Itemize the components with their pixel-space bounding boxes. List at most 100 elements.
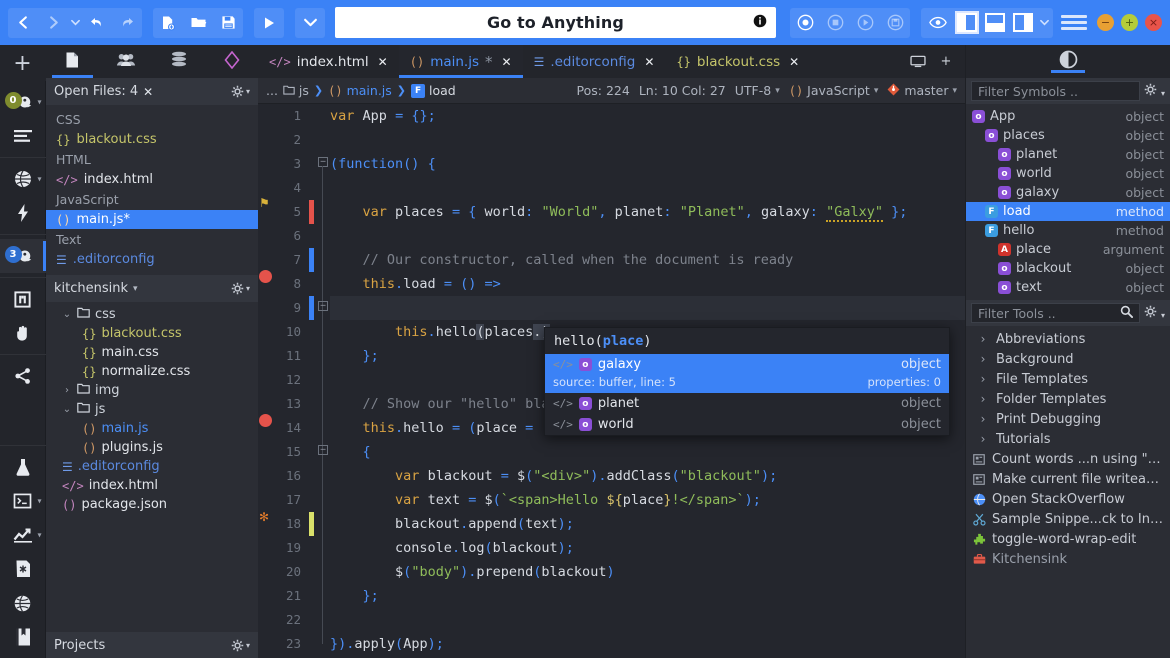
- bookmark-book-icon[interactable]: [0, 620, 46, 654]
- language-selector[interactable]: () JavaScript ▾: [789, 83, 879, 98]
- terminal-icon[interactable]: ▾: [0, 484, 46, 518]
- tool-item-count-words[interactable]: Count words ...n using "wc": [966, 449, 1170, 469]
- open-folder-icon[interactable]: [183, 8, 213, 38]
- tree-file-main-css[interactable]: {} main.css: [46, 343, 258, 362]
- autocomplete-item-galaxy[interactable]: </> o galaxy object: [545, 354, 949, 375]
- tree-file-editorconfig[interactable]: ☰ .editorconfig: [46, 457, 258, 476]
- breakpoint-icon[interactable]: [259, 270, 272, 283]
- chevron-right-icon[interactable]: ›: [976, 432, 990, 446]
- sidebar-item-collaboration[interactable]: [99, 45, 152, 78]
- record-macro-icon[interactable]: [790, 8, 820, 38]
- close-icon[interactable]: ✕: [789, 55, 799, 69]
- chevron-down-icon[interactable]: ▾: [37, 98, 41, 107]
- close-icon[interactable]: ✕: [143, 85, 153, 99]
- tab-editorconfig[interactable]: ☰ .editorconfig ✕: [523, 45, 666, 78]
- gear-icon[interactable]: ▾: [231, 85, 250, 98]
- tool-item-kitchensink[interactable]: Kitchensink: [966, 549, 1170, 569]
- tool-item-sample-snippet[interactable]: Sample Snippe...ck to Insert: [966, 509, 1170, 529]
- code-folding-gutter[interactable]: ─ ─ ─: [316, 104, 330, 658]
- layout-bottom-icon[interactable]: [985, 13, 1005, 32]
- undo-icon[interactable]: [82, 8, 112, 38]
- new-tab-icon[interactable]: +: [933, 45, 959, 78]
- chevron-down-icon[interactable]: ▾: [133, 284, 138, 294]
- chevron-down-icon[interactable]: ⌄: [62, 404, 72, 415]
- layout-dropdown-icon[interactable]: [1037, 8, 1051, 38]
- open-files-header[interactable]: Open Files: 4 ✕ ▾: [46, 78, 258, 105]
- search-icon[interactable]: [1120, 305, 1133, 321]
- symbol-row-planet[interactable]: o planet object: [966, 145, 1170, 164]
- eye-icon[interactable]: [923, 8, 953, 38]
- tree-folder-js[interactable]: ⌄ js: [46, 400, 258, 419]
- plus-icon[interactable]: +: [0, 45, 46, 81]
- encoding-selector[interactable]: UTF-8 ▾: [735, 83, 780, 98]
- tab-symbols[interactable]: [1045, 50, 1091, 73]
- save-macro-icon[interactable]: [880, 8, 910, 38]
- symbol-row-galaxy[interactable]: o galaxy object: [966, 183, 1170, 202]
- symbol-row-place[interactable]: A place argument: [966, 240, 1170, 259]
- chevron-right-icon[interactable]: ›: [976, 352, 990, 366]
- tool-folder-abbreviations[interactable]: › Abbreviations: [966, 329, 1170, 349]
- snowflake-icon[interactable]: [0, 552, 46, 586]
- lightning-icon[interactable]: [0, 196, 46, 230]
- projects-header[interactable]: Projects ▾: [46, 632, 258, 658]
- flask-icon[interactable]: [0, 450, 46, 484]
- list-icon[interactable]: [0, 119, 46, 153]
- tool-item-open-stackoverflow[interactable]: Open StackOverflow: [966, 489, 1170, 509]
- breadcrumb-item-load[interactable]: F load: [411, 83, 456, 98]
- symbol-row-world[interactable]: o world object: [966, 164, 1170, 183]
- notebook-icon[interactable]: [0, 282, 46, 316]
- share-icon[interactable]: [0, 359, 46, 393]
- symbol-row-blackout[interactable]: o blackout object: [966, 259, 1170, 278]
- tool-folder-print-debugging[interactable]: › Print Debugging: [966, 409, 1170, 429]
- info-icon[interactable]: [753, 14, 767, 32]
- gear-icon[interactable]: ▾: [1144, 305, 1165, 322]
- sidebar-item-files[interactable]: [46, 45, 99, 78]
- gear-icon[interactable]: ▾: [1144, 83, 1165, 100]
- chevron-down-icon[interactable]: ▾: [37, 175, 41, 184]
- breadcrumb-item-js[interactable]: js: [283, 83, 309, 98]
- chevron-right-icon[interactable]: ›: [976, 372, 990, 386]
- history-dropdown-icon[interactable]: [68, 8, 82, 38]
- sidebar-item-source[interactable]: [205, 45, 258, 78]
- close-icon[interactable]: ✕: [644, 55, 654, 69]
- symbol-row-app[interactable]: o App object: [966, 107, 1170, 126]
- project-header[interactable]: kitchensink ▾ ▾: [46, 275, 258, 302]
- go-to-anything-input[interactable]: Go to Anything: [335, 7, 776, 38]
- screen-icon[interactable]: [905, 45, 931, 78]
- hand-icon[interactable]: [0, 316, 46, 350]
- layout-right-icon[interactable]: [1013, 13, 1033, 32]
- globe-icon[interactable]: ▾: [0, 162, 46, 196]
- redo-icon[interactable]: [112, 8, 142, 38]
- layout-left-icon[interactable]: [957, 13, 977, 32]
- breakpoint-icon[interactable]: [259, 414, 272, 427]
- tool-folder-file-templates[interactable]: › File Templates: [966, 369, 1170, 389]
- tree-file-normalize-css[interactable]: {} normalize.css: [46, 362, 258, 381]
- fold-toggle-icon[interactable]: ─: [318, 301, 328, 311]
- tab-main-js[interactable]: () main.js * ✕: [399, 45, 523, 78]
- tool-folder-folder-templates[interactable]: › Folder Templates: [966, 389, 1170, 409]
- forward-icon[interactable]: [38, 8, 68, 38]
- symbol-row-load[interactable]: F load method: [966, 202, 1170, 221]
- chevron-down-icon[interactable]: [295, 8, 325, 38]
- tree-file-package-json[interactable]: () package.json: [46, 495, 258, 514]
- tree-file-main-js[interactable]: () main.js: [46, 419, 258, 438]
- tree-file-plugins-js[interactable]: () plugins.js: [46, 438, 258, 457]
- minimize-button[interactable]: −: [1097, 14, 1114, 31]
- tree-folder-css[interactable]: ⌄ css: [46, 305, 258, 324]
- open-file-editorconfig[interactable]: ☰ .editorconfig: [46, 250, 258, 269]
- new-file-icon[interactable]: [153, 8, 183, 38]
- debug-icon[interactable]: 0 ▾: [0, 85, 46, 119]
- open-file-main-js[interactable]: () main.js*: [46, 210, 258, 229]
- globe2-icon[interactable]: [0, 586, 46, 620]
- chevron-down-icon[interactable]: ▾: [37, 531, 41, 540]
- gutter-marks[interactable]: ⚑ ✻: [258, 104, 274, 658]
- chevron-right-icon[interactable]: ›: [976, 412, 990, 426]
- code-editor[interactable]: ⚑ ✻ 1 2 3 4 5 6 7 8 9 10 11: [258, 104, 965, 658]
- tool-item-toggle-word-wrap[interactable]: toggle-word-wrap-edit: [966, 529, 1170, 549]
- close-button[interactable]: ×: [1145, 14, 1162, 31]
- autocomplete-popup[interactable]: hello(place) </> o galaxy object source:…: [544, 327, 950, 436]
- fold-toggle-icon[interactable]: ─: [318, 157, 328, 167]
- stop-macro-icon[interactable]: [820, 8, 850, 38]
- symbol-row-places[interactable]: o places object: [966, 126, 1170, 145]
- branch-selector[interactable]: master ▾: [887, 83, 957, 99]
